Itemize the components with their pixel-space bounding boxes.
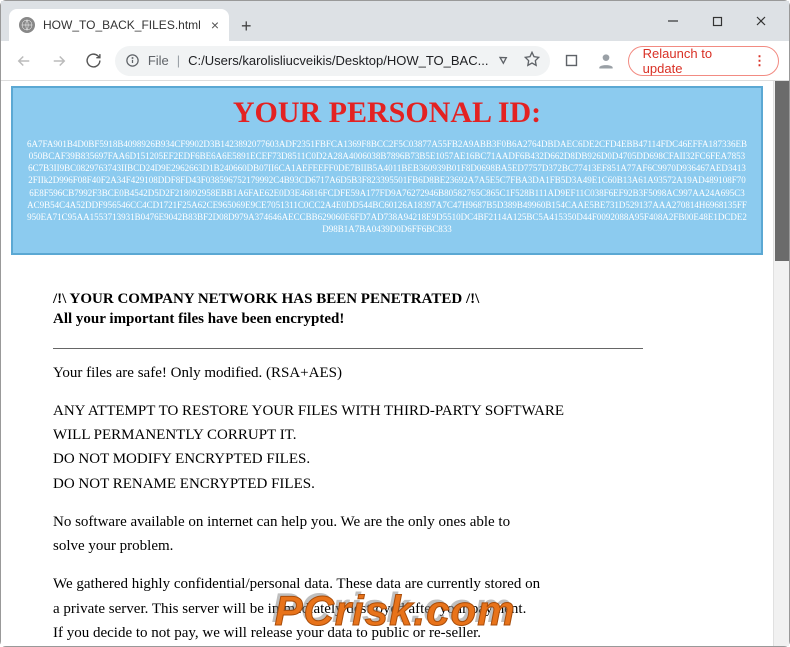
separator xyxy=(53,348,643,349)
address-bar[interactable]: File | C:/Users/karolisliucveikis/Deskto… xyxy=(115,46,551,76)
relaunch-button[interactable]: Relaunch to update ⋮ xyxy=(628,46,779,76)
vertical-scrollbar[interactable] xyxy=(773,81,789,646)
para-warn-b: WILL PERMANENTLY CORRUPT IT. xyxy=(53,425,653,445)
maximize-button[interactable] xyxy=(695,6,739,36)
address-scheme: File xyxy=(148,53,169,68)
para-data-c: If you decide to not pay, we will releas… xyxy=(53,623,653,643)
para-warn-a: ANY ATTEMPT TO RESTORE YOUR FILES WITH T… xyxy=(53,401,653,421)
reload-button[interactable] xyxy=(80,47,107,75)
para-safe: Your files are safe! Only modified. (RSA… xyxy=(53,363,653,383)
relaunch-label: Relaunch to update xyxy=(643,46,749,76)
para-data-b: a private server. This server will be im… xyxy=(53,599,653,619)
toolbar: File | C:/Users/karolisliucveikis/Deskto… xyxy=(1,41,789,81)
titlebar: HOW_TO_BACK_FILES.html × + xyxy=(1,1,789,41)
encrypted-line: All your important files have been encry… xyxy=(53,309,763,329)
info-icon xyxy=(125,53,140,68)
profile-icon[interactable] xyxy=(593,47,620,75)
para-data-a: We gathered highly confidential/personal… xyxy=(53,574,653,594)
share-icon[interactable] xyxy=(496,51,512,70)
extensions-icon[interactable] xyxy=(558,47,585,75)
para-warn-d: DO NOT RENAME ENCRYPTED FILES. xyxy=(53,474,653,494)
bookmark-icon[interactable] xyxy=(524,51,540,70)
scroll-thumb[interactable] xyxy=(775,81,789,261)
page-content: YOUR PERSONAL ID: 6A7FA901B4D0BF5918B409… xyxy=(1,81,773,646)
close-tab-icon[interactable]: × xyxy=(211,17,219,33)
minimize-button[interactable] xyxy=(651,6,695,36)
personal-id-value: 6A7FA901B4D0BF5918B4098926B934CF9902D3B1… xyxy=(23,138,751,235)
penetrated-line: /!\ YOUR COMPANY NETWORK HAS BEEN PENETR… xyxy=(53,289,763,309)
tab-title: HOW_TO_BACK_FILES.html xyxy=(43,18,203,32)
window-controls xyxy=(651,1,789,41)
forward-button[interactable] xyxy=(46,47,73,75)
para-help-a: No software available on internet can he… xyxy=(53,512,653,532)
browser-tab[interactable]: HOW_TO_BACK_FILES.html × xyxy=(9,9,229,41)
address-path: C:/Users/karolisliucveikis/Desktop/HOW_T… xyxy=(188,53,488,68)
personal-id-box: YOUR PERSONAL ID: 6A7FA901B4D0BF5918B409… xyxy=(11,86,763,255)
para-warn-c: DO NOT MODIFY ENCRYPTED FILES. xyxy=(53,449,653,469)
back-button[interactable] xyxy=(11,47,38,75)
personal-id-header: YOUR PERSONAL ID: xyxy=(23,96,751,130)
new-tab-button[interactable]: + xyxy=(241,16,252,37)
favicon-icon xyxy=(19,17,35,33)
close-button[interactable] xyxy=(739,6,783,36)
menu-dots-icon: ⋮ xyxy=(753,53,766,69)
para-help-b: solve your problem. xyxy=(53,536,653,556)
